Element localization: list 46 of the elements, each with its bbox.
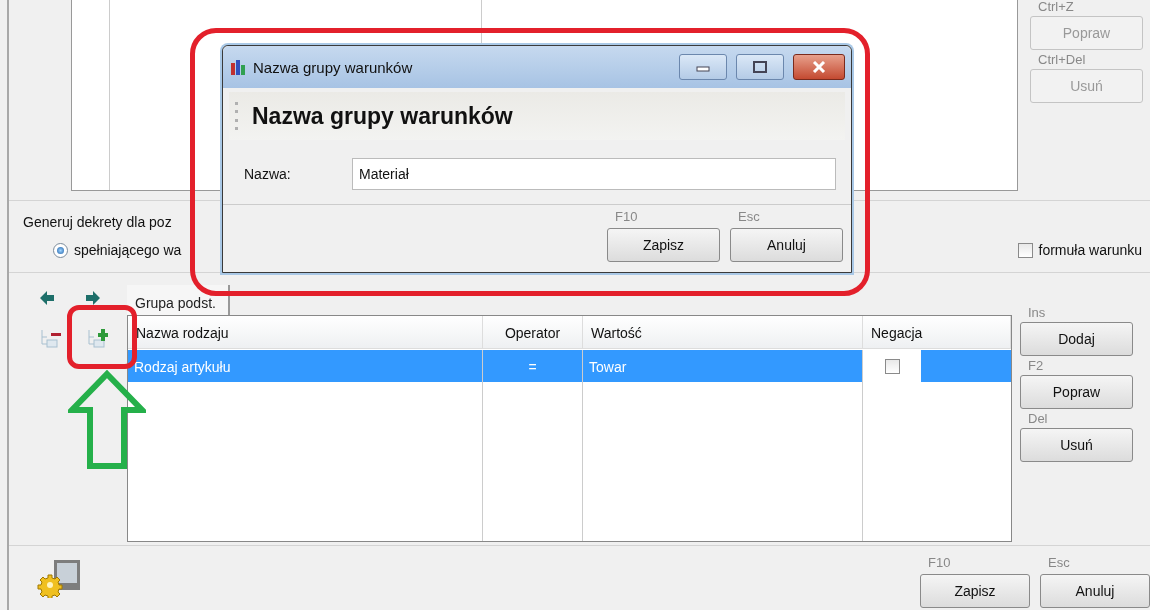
minimize-button[interactable] — [679, 54, 727, 80]
shortcut-label: Esc — [1047, 556, 1071, 570]
action-button[interactable]: Dodaj — [1020, 322, 1133, 356]
shortcut-label: F10 — [927, 556, 952, 570]
right-arrow-icon[interactable] — [85, 290, 101, 306]
tab[interactable]: Grupa podst. — [127, 285, 230, 315]
radio-label: spełniającego wa — [74, 242, 182, 258]
shortcut-label: Ctrl+Del — [1037, 53, 1087, 67]
app-icon[interactable] — [229, 58, 247, 76]
window-title: Nazwa grupy warunków — [253, 58, 414, 76]
action-button[interactable]: Usuń — [1020, 428, 1133, 462]
gear-computer-icon[interactable] — [36, 558, 82, 598]
close-button[interactable] — [793, 54, 845, 80]
tree-remove-icon[interactable] — [39, 328, 61, 348]
name-field[interactable]: Materiał — [352, 158, 836, 190]
action-button[interactable]: Anuluj — [730, 228, 843, 262]
dialog-heading: Nazwa grupy warunków — [252, 102, 513, 130]
checkbox[interactable] — [885, 358, 900, 374]
column-header[interactable]: Nazwa rodzaju — [128, 316, 483, 349]
grip-icon — [235, 102, 238, 130]
table-cell: = — [483, 350, 583, 382]
shortcut-label: Esc — [737, 210, 761, 224]
shortcut-label: Del — [1027, 412, 1049, 426]
shortcut-label: Ctrl+Z — [1037, 0, 1075, 14]
maximize-icon[interactable] — [753, 61, 767, 73]
column-header[interactable]: Wartość — [583, 316, 863, 349]
tree-add-icon[interactable] — [86, 328, 108, 348]
shortcut-label: Ins — [1027, 306, 1047, 320]
column-header[interactable]: Negacja — [863, 316, 1011, 349]
close-icon[interactable] — [812, 61, 826, 73]
radio-button[interactable] — [53, 242, 68, 258]
checkbox[interactable] — [1017, 242, 1033, 258]
group-title: Generuj dekrety dla poz — [23, 214, 172, 230]
maximize-button[interactable] — [736, 54, 784, 80]
checkbox-label: formuła warunku — [1038, 242, 1142, 258]
action-button[interactable]: Zapisz — [607, 228, 720, 262]
shortcut-label: F10 — [614, 210, 639, 224]
action-button[interactable]: Zapisz — [920, 574, 1030, 608]
table-cell: Towar — [583, 350, 863, 382]
left-arrow-icon[interactable] — [39, 290, 55, 306]
field-label: Nazwa: — [244, 166, 292, 182]
action-button[interactable]: Anuluj — [1040, 574, 1150, 608]
table-cell: Rodzaj artykułu — [128, 350, 483, 382]
column-header[interactable]: Operator — [483, 316, 583, 349]
action-button[interactable]: Popraw — [1020, 375, 1133, 409]
shortcut-label: F2 — [1027, 359, 1045, 373]
